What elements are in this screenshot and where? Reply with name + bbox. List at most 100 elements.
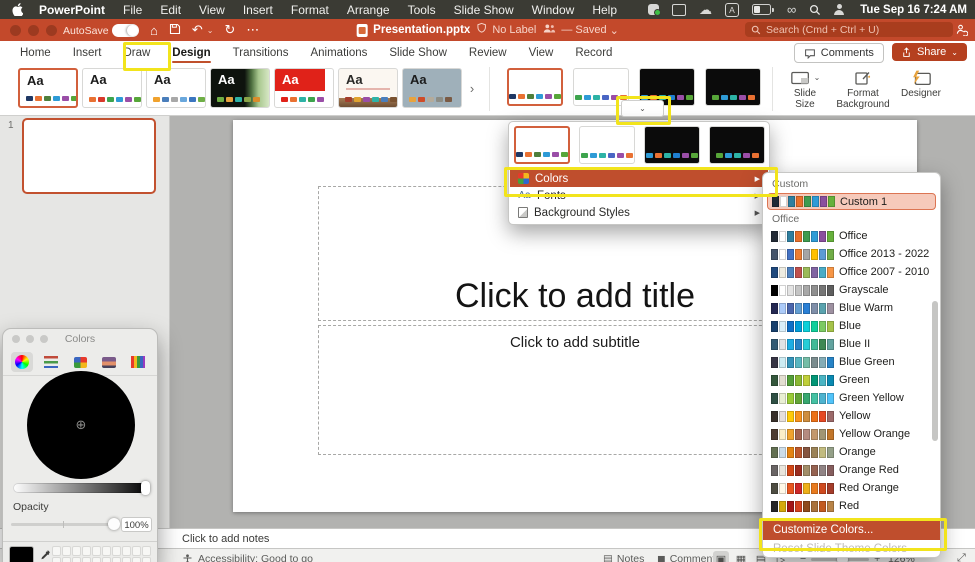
subtitle-placeholder[interactable]: Click to add subtitle [318, 325, 832, 455]
autosave-toggle[interactable] [112, 24, 139, 37]
menubar-menu-help[interactable]: Help [592, 3, 617, 17]
accessibility-status[interactable]: Accessibility: Good to go [182, 553, 313, 562]
display-icon[interactable] [671, 3, 686, 16]
slide-1-thumbnail[interactable] [22, 118, 156, 194]
swatch-cell[interactable] [142, 557, 151, 562]
save-icon[interactable] [169, 23, 181, 38]
theme-thumbnail[interactable]: Aa [146, 68, 206, 108]
tab-animations[interactable]: Animations [310, 41, 367, 64]
apple-menu[interactable] [12, 3, 23, 16]
format-background-button[interactable]: Format Background [836, 67, 890, 110]
color-scheme-blue[interactable]: Blue [763, 317, 940, 335]
undo-icon[interactable]: ↶ [192, 22, 203, 38]
brightness-knob[interactable] [141, 481, 150, 495]
menubar-menu-tools[interactable]: Tools [408, 3, 436, 17]
submenu-scrollbar[interactable] [932, 301, 938, 441]
swatch-cell[interactable] [72, 546, 81, 556]
menubar-menu-edit[interactable]: Edit [160, 3, 181, 17]
undo-chevron-icon[interactable]: ⌄ [207, 26, 214, 35]
redo-icon[interactable]: ↻ [224, 22, 235, 38]
people-icon[interactable] [542, 21, 555, 39]
swatch-cell[interactable] [62, 557, 71, 562]
fit-slide-icon[interactable]: ⤢ [957, 552, 966, 562]
theme-thumbnail[interactable]: Aa [338, 68, 398, 108]
tab-design[interactable]: Design [172, 41, 211, 64]
opacity-knob[interactable] [108, 518, 120, 530]
colors-panel-title-bar[interactable]: Colors [3, 329, 157, 349]
swatch-cell[interactable] [92, 557, 101, 562]
menubar-menu-arrange[interactable]: Arrange [347, 3, 390, 17]
swatch-cell[interactable] [132, 546, 141, 556]
normal-view-button[interactable]: ▣ [713, 551, 729, 562]
color-sliders-tab[interactable] [40, 352, 62, 372]
color-scheme-red-orange[interactable]: Red Orange [763, 479, 940, 497]
swatch-cell[interactable] [142, 546, 151, 556]
close-button[interactable] [10, 25, 21, 36]
zoom-button[interactable] [46, 25, 57, 36]
variant-thumbnail[interactable] [507, 68, 563, 106]
zoom-button[interactable] [40, 335, 48, 343]
swatch-cell[interactable] [122, 546, 131, 556]
menubar-menu-file[interactable]: File [123, 3, 142, 17]
meeting-icon[interactable] [647, 4, 661, 16]
minimize-button[interactable] [28, 25, 39, 36]
comments-button[interactable]: Comments [793, 43, 884, 63]
variant-thumbnail[interactable] [514, 126, 570, 164]
color-scheme-office[interactable]: Office [763, 227, 940, 245]
share-button[interactable]: Share ⌄ [891, 43, 967, 61]
color-scheme-orange-red[interactable]: Orange Red [763, 461, 940, 479]
color-scheme-green[interactable]: Green [763, 371, 940, 389]
account-sync-icon[interactable] [955, 23, 969, 41]
color-scheme-red[interactable]: Red [763, 497, 940, 515]
status-chevron-icon[interactable]: ⌄ [610, 24, 619, 37]
brightness-slider[interactable] [13, 481, 150, 495]
color-scheme-office-2007-2010[interactable]: Office 2007 - 2010 [763, 263, 940, 281]
more-commands-icon[interactable]: ⋯ [246, 22, 259, 38]
tab-slide-show[interactable]: Slide Show [389, 41, 447, 64]
swatch-cell[interactable] [52, 546, 61, 556]
swatch-cell[interactable] [112, 557, 121, 562]
theme-thumbnail[interactable]: Aa [402, 68, 462, 108]
color-scheme-orange[interactable]: Orange [763, 443, 940, 461]
menu-item-fonts[interactable]: Aa Fonts ▶ [510, 187, 768, 204]
search-box[interactable]: Search (Cmd + Ctrl + U) [745, 22, 953, 37]
swatch-cell[interactable] [112, 546, 121, 556]
swatch-cell[interactable] [72, 557, 81, 562]
color-palettes-tab[interactable] [69, 352, 91, 372]
input-source-icon[interactable]: A [724, 2, 739, 17]
swatch-cell[interactable] [132, 557, 141, 562]
color-wheel[interactable]: ⊕ [27, 371, 135, 479]
color-scheme-blue-green[interactable]: Blue Green [763, 353, 940, 371]
pencils-tab[interactable] [127, 352, 149, 372]
theme-thumbnail[interactable]: Aa [210, 68, 270, 108]
color-scheme-grayscale[interactable]: Grayscale [763, 281, 940, 299]
tab-insert[interactable]: Insert [73, 41, 102, 64]
swatch-cell[interactable] [92, 546, 101, 556]
tab-record[interactable]: Record [575, 41, 612, 64]
minimize-button[interactable] [26, 335, 34, 343]
color-scheme-office-2013-2022[interactable]: Office 2013 - 2022 [763, 245, 940, 263]
eyedropper-icon[interactable] [40, 548, 51, 562]
home-icon[interactable]: ⌂ [150, 23, 158, 38]
color-scheme-custom-1[interactable]: Custom 1 [767, 193, 936, 210]
designer-button[interactable]: Designer [895, 67, 947, 110]
themes-gallery-next-icon[interactable]: › [466, 78, 478, 98]
swatch-cell[interactable] [82, 557, 91, 562]
variant-thumbnail[interactable] [709, 126, 765, 164]
comments-toggle[interactable]: ◼ Comments [657, 553, 720, 562]
opacity-slider[interactable] [11, 518, 120, 530]
notes-toggle[interactable]: ▤ Notes [603, 553, 644, 562]
close-button[interactable] [12, 335, 20, 343]
customize-colors-item[interactable]: Customize Colors... [763, 520, 940, 540]
swatch-cell[interactable] [82, 546, 91, 556]
spotlight-icon[interactable] [809, 4, 821, 16]
slide-sorter-view-button[interactable]: ▦ [733, 551, 749, 562]
save-status[interactable]: — Saved [561, 24, 606, 36]
tab-transitions[interactable]: Transitions [233, 41, 289, 64]
swatch-cell[interactable] [52, 557, 61, 562]
variant-thumbnail[interactable] [579, 126, 635, 164]
sensitivity-shield-icon[interactable] [476, 21, 486, 39]
swatch-cell[interactable] [102, 557, 111, 562]
menubar-menu-view[interactable]: View [199, 3, 225, 17]
tab-review[interactable]: Review [469, 41, 507, 64]
